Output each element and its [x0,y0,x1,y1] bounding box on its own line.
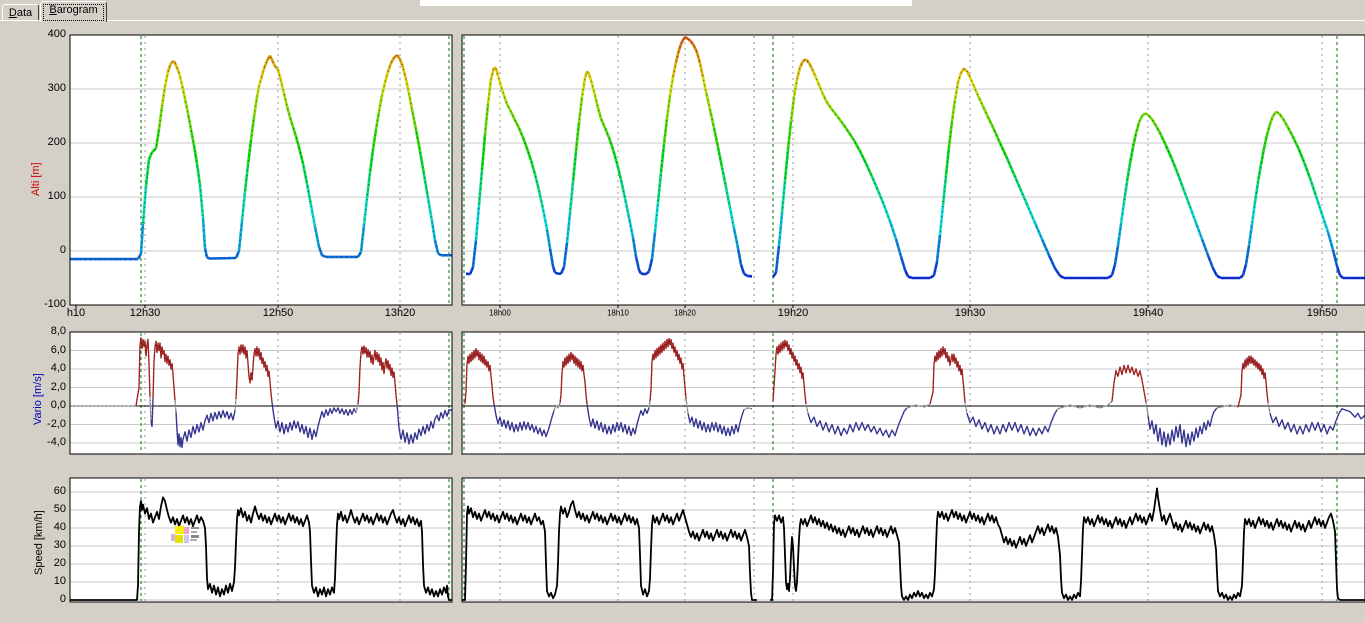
speed-y-tick-label: 60 [28,485,66,498]
alti-y-tick-label: 400 [28,28,66,41]
speed-y-tick-label: 30 [28,539,66,552]
vario-y-tick-label: 8,0 [28,325,66,338]
artifact-pixel [184,527,189,534]
time-tick-label: 18h20 [666,308,705,318]
tab-barogram-label: Barogram [41,2,106,16]
time-tick-label: 19h50 [1297,307,1347,320]
time-tick-label: 18h00 [481,308,520,318]
speed-y-tick-label: 40 [28,521,66,534]
artifact-pixel [175,535,183,543]
vario-y-tick-label: 4,0 [28,362,66,375]
vario-y-tick-label: -2,0 [28,418,66,431]
alti-y-tick-label: 100 [28,190,66,203]
time-tick-label: 12h30 [120,307,170,320]
vario-chart[interactable] [70,332,1365,454]
time-tick-label: 12h50 [253,307,303,320]
time-tick-label: 18h10 [599,308,638,318]
speed-chart[interactable] [70,478,1365,602]
speed-y-tick-label: 20 [28,557,66,570]
tab-barogram[interactable]: Barogram [40,1,107,22]
time-tick-label: 19h40 [1123,307,1173,320]
artifact-pixel [184,535,189,543]
time-tick-label: 19h30 [945,307,995,320]
artifact-pixel [175,526,184,534]
vario-y-tick-label: 2,0 [28,381,66,394]
vario-y-tick-label: 6,0 [28,344,66,357]
time-tick-label: h10 [51,307,101,320]
artifact-pixel [191,531,197,533]
time-tick-label: 19h20 [768,307,818,320]
artifact-pixel [191,527,199,529]
artifact-pixel [190,539,197,541]
vario-y-tick-label: 0,0 [28,399,66,412]
artifact-pixel [191,535,199,538]
speed-y-tick-label: 0 [28,593,66,606]
alti-y-tick-label: 0 [28,244,66,257]
alti-y-tick-label: 300 [28,82,66,95]
artifact-pixel [171,534,175,541]
speed-y-tick-label: 50 [28,503,66,516]
time-tick-label: 13h20 [375,307,425,320]
alti-y-tick-label: 200 [28,136,66,149]
speed-y-tick-label: 10 [28,575,66,588]
alti-chart[interactable] [70,35,1365,305]
app-window: Data Barogram Alti [m] Vario [m/s] Speed… [0,0,1365,623]
vario-y-tick-label: -4,0 [28,436,66,449]
